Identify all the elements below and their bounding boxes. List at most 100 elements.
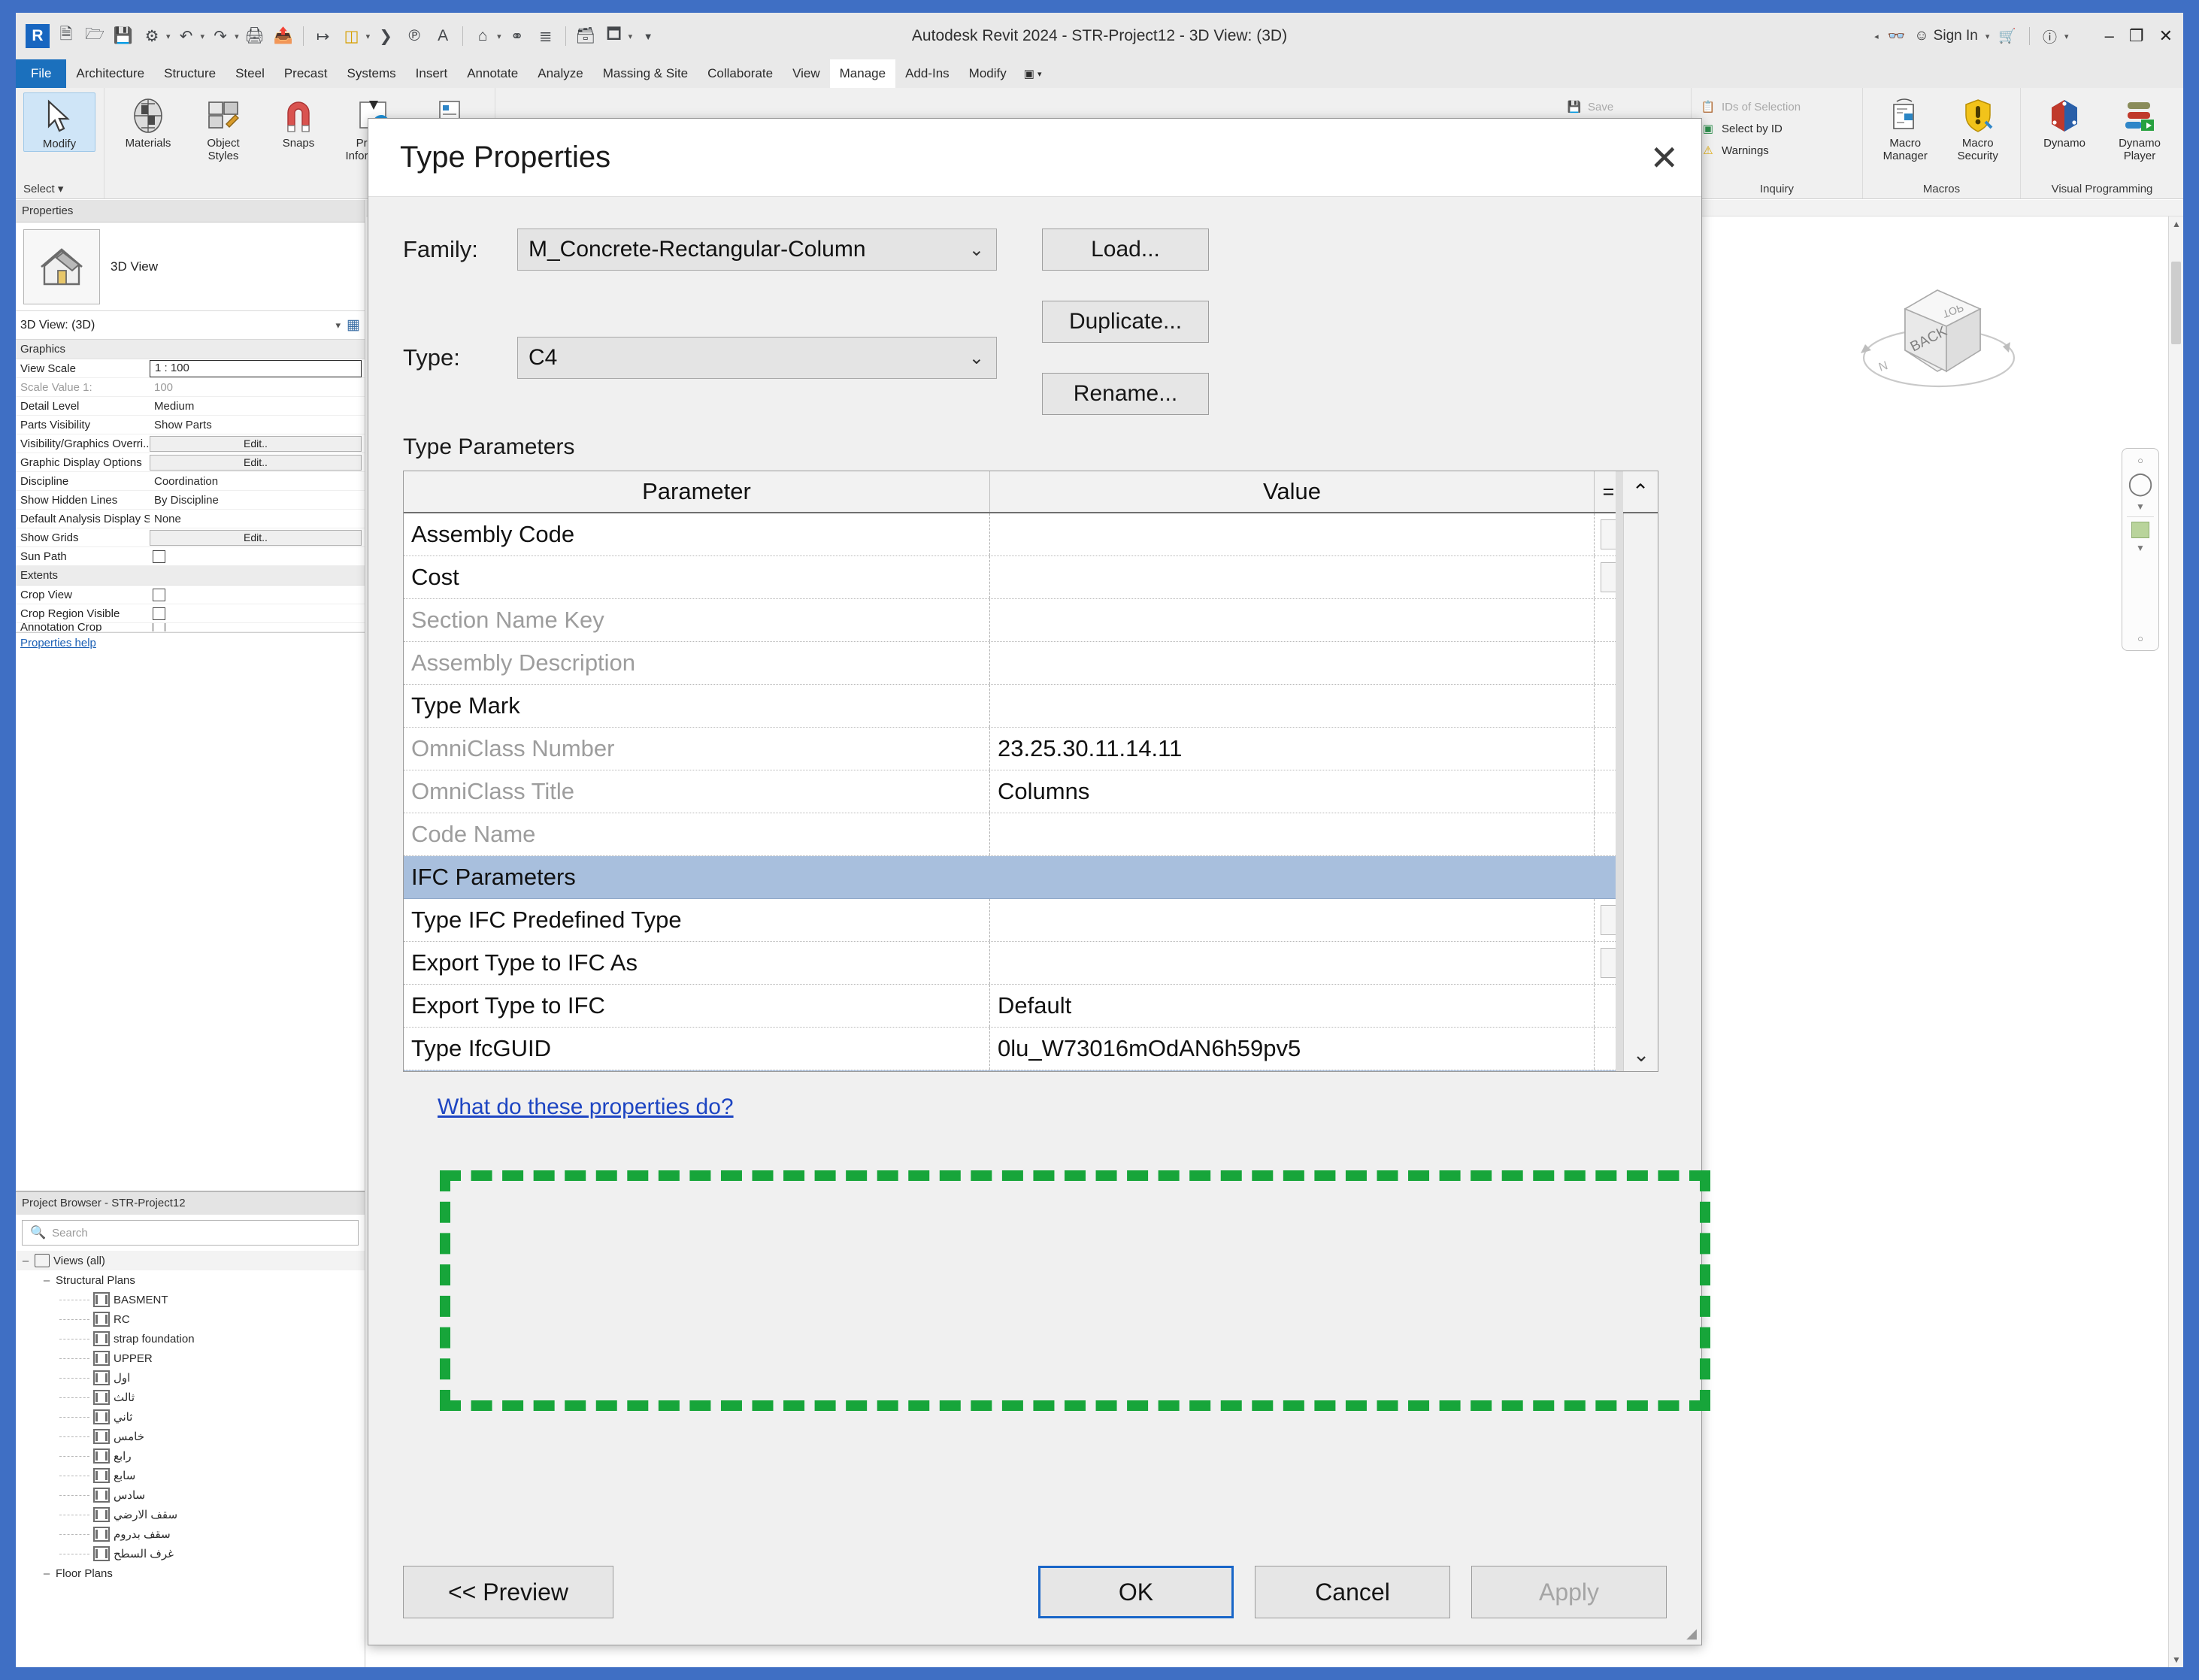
undo-icon[interactable]: ↶ bbox=[174, 23, 199, 50]
property-row-annotation-crop[interactable]: Annotation Crop bbox=[16, 623, 365, 632]
steering-wheel-icon[interactable]: ○ bbox=[2137, 455, 2143, 466]
property-value-discipline[interactable]: Coordination bbox=[150, 475, 365, 488]
tree-item-level-raabi[interactable]: رابع bbox=[16, 1446, 365, 1466]
chevron-down-icon[interactable]: ▾ bbox=[629, 32, 633, 41]
print-icon[interactable]: 🖨 bbox=[242, 23, 268, 50]
redo-icon[interactable]: ↷ bbox=[207, 23, 233, 50]
text-icon[interactable]: A bbox=[430, 23, 456, 50]
object-styles-button[interactable]: Object Styles bbox=[187, 92, 259, 163]
chevron-down-icon[interactable]: ▾ bbox=[2064, 32, 2069, 41]
family-dropdown[interactable]: M_Concrete-Rectangular-Column ⌄ bbox=[517, 229, 997, 271]
restore-button[interactable]: ❐ bbox=[2129, 26, 2144, 46]
close-button[interactable]: ✕ bbox=[2159, 26, 2173, 46]
tree-item-ground-roof[interactable]: سقف الارضي bbox=[16, 1505, 365, 1524]
properties-type-preview[interactable]: 3D View bbox=[16, 222, 365, 311]
chevron-down-icon[interactable]: ▾ bbox=[497, 32, 501, 41]
tab-add-ins[interactable]: Add-Ins bbox=[895, 59, 959, 88]
properties-help-link[interactable]: What do these properties do? bbox=[438, 1094, 734, 1120]
param-value[interactable] bbox=[990, 942, 1595, 984]
customize-qat-icon[interactable]: ▼ bbox=[635, 23, 661, 50]
scrollbar-thumb[interactable] bbox=[2171, 262, 2181, 344]
table-scrollbar[interactable]: ⌄ bbox=[1623, 513, 1658, 1071]
tab-structure[interactable]: Structure bbox=[154, 59, 226, 88]
tree-item-basment[interactable]: BASMENT bbox=[16, 1290, 365, 1309]
collapse-icon[interactable]: – bbox=[41, 1567, 52, 1580]
collapse-icon[interactable]: – bbox=[41, 1274, 52, 1287]
property-row-graphic-display-options[interactable]: Graphic Display Options Edit.. bbox=[16, 453, 365, 472]
properties-help-link[interactable]: Properties help bbox=[16, 632, 365, 653]
crop-region-visible-checkbox[interactable] bbox=[153, 607, 165, 620]
scroll-down-icon[interactable]: ▼ bbox=[2169, 1652, 2183, 1667]
section-icon[interactable]: ⚭ bbox=[504, 23, 530, 50]
help-icon[interactable]: ⓘ bbox=[2043, 26, 2057, 47]
param-value[interactable] bbox=[990, 899, 1595, 941]
duplicate-button[interactable]: Duplicate... bbox=[1042, 301, 1209, 343]
macro-security-button[interactable]: Macro Security bbox=[1943, 92, 2013, 163]
property-row-view-scale[interactable]: View Scale 1 : 100 bbox=[16, 359, 365, 378]
tree-item-roof-rooms[interactable]: غرف السطح bbox=[16, 1544, 365, 1563]
table-column-resizer[interactable] bbox=[1616, 471, 1623, 1071]
table-row[interactable]: Export Type to IFC Default bbox=[404, 985, 1658, 1028]
tree-item-strap-foundation[interactable]: strap foundation bbox=[16, 1329, 365, 1349]
property-value-view-scale[interactable]: 1 : 100 bbox=[150, 359, 362, 377]
close-icon[interactable]: ✕ bbox=[1649, 141, 1679, 175]
sun-path-checkbox[interactable] bbox=[153, 549, 165, 563]
tab-manage[interactable]: Manage bbox=[829, 59, 896, 88]
app-store-cart-icon[interactable]: 🛒 bbox=[1998, 27, 2016, 45]
materials-button[interactable]: Materials bbox=[112, 92, 184, 150]
close-hidden-windows-icon[interactable]: 🗃 bbox=[573, 23, 598, 50]
chevron-down-icon[interactable]: ▾ bbox=[1985, 32, 1990, 41]
ids-of-selection-button[interactable]: 📋 IDs of Selection bbox=[1699, 98, 1801, 116]
tag-icon[interactable]: ❯ bbox=[373, 23, 398, 50]
property-row-detail-level[interactable]: Detail Level Medium bbox=[16, 397, 365, 416]
param-value[interactable]: Default bbox=[990, 985, 1595, 1027]
chevron-down-icon[interactable]: ▼ bbox=[2136, 543, 2145, 553]
table-group-ifc-parameters[interactable]: IFC Parameters ⌃ bbox=[404, 856, 1658, 899]
dynamo-player-button[interactable]: Dynamo Player bbox=[2104, 92, 2176, 163]
tab-steel[interactable]: Steel bbox=[226, 59, 274, 88]
pan-icon[interactable]: ○ bbox=[2137, 633, 2143, 644]
open-icon[interactable]: 🗁 bbox=[82, 23, 108, 50]
project-browser-tree[interactable]: – Views (all) – Structural Plans BASMENT… bbox=[16, 1251, 365, 1583]
tab-insert[interactable]: Insert bbox=[406, 59, 458, 88]
collapse-all-icon[interactable]: ⌃ bbox=[1623, 471, 1658, 512]
property-row-crop-view[interactable]: Crop View bbox=[16, 586, 365, 604]
tab-architecture[interactable]: Architecture bbox=[66, 59, 154, 88]
type-properties-dialog[interactable]: Type Properties ✕ Family: M_Concrete-Rec… bbox=[368, 118, 1702, 1645]
table-row[interactable]: OmniClass Title Columns bbox=[404, 770, 1658, 813]
tab-collaborate[interactable]: Collaborate bbox=[698, 59, 783, 88]
select-by-id-button[interactable]: ▣ Select by ID bbox=[1699, 120, 1801, 138]
app-menu-button[interactable]: R bbox=[25, 23, 50, 50]
quick-access-toolbar[interactable]: R 🗎 🗁 💾 ⚙ ▾ ↶ ▾ ↷ ▾ 🖨 📤 ↦ ◫ ▾ ❯ ℗ A ⌂ ▾ ⚭ ≣ 🗃… bbox=[16, 13, 661, 59]
property-row-discipline[interactable]: Discipline Coordination bbox=[16, 472, 365, 491]
minimize-button[interactable]: – bbox=[2105, 26, 2114, 46]
dialog-resize-grip[interactable]: ◢ bbox=[1686, 1626, 1697, 1642]
measure-icon[interactable]: ↦ bbox=[310, 23, 336, 50]
cancel-button[interactable]: Cancel bbox=[1255, 1566, 1450, 1618]
param-value[interactable] bbox=[990, 685, 1595, 727]
param-value[interactable]: Columns bbox=[990, 770, 1595, 813]
tab-annotate[interactable]: Annotate bbox=[457, 59, 528, 88]
preview-button[interactable]: << Preview bbox=[403, 1566, 613, 1618]
param-value[interactable]: 23.25.30.11.14.11 bbox=[990, 728, 1595, 770]
properties-type-selector[interactable]: 3D View: (3D) ▾ ▦ bbox=[16, 311, 365, 340]
chevron-down-icon[interactable]: ▼ bbox=[2136, 501, 2145, 512]
chevron-down-icon[interactable]: ▾ bbox=[166, 32, 171, 41]
search-binoculars-icon[interactable]: 👓 bbox=[1888, 27, 1906, 45]
tab-massing-and-site[interactable]: Massing & Site bbox=[593, 59, 698, 88]
project-browser-search[interactable]: 🔍 Search bbox=[22, 1220, 359, 1246]
edit-show-grids-button[interactable]: Edit.. bbox=[150, 529, 362, 546]
collapse-icon[interactable]: – bbox=[20, 1255, 31, 1267]
default-3d-view-icon[interactable]: ⌂ bbox=[470, 23, 495, 50]
ribbon-tab-bar[interactable]: File Architecture Structure Steel Precas… bbox=[16, 59, 2183, 88]
table-group-data[interactable]: Data ⌃ bbox=[404, 1070, 1658, 1071]
tree-item-rc[interactable]: RC bbox=[16, 1309, 365, 1329]
property-row-crop-region-visible[interactable]: Crop Region Visible bbox=[16, 604, 365, 623]
snaps-button[interactable]: Snaps bbox=[262, 92, 335, 150]
property-value-show-hidden-lines[interactable]: By Discipline bbox=[150, 494, 365, 507]
tree-item-upper[interactable]: UPPER bbox=[16, 1349, 365, 1368]
tree-node-views-all[interactable]: – Views (all) bbox=[16, 1251, 365, 1270]
tab-modify[interactable]: Modify bbox=[959, 59, 1016, 88]
tree-item-level-khaamis[interactable]: خامس bbox=[16, 1427, 365, 1446]
param-value[interactable]: 0lu_W73016mOdAN6h59pv5 bbox=[990, 1028, 1595, 1070]
